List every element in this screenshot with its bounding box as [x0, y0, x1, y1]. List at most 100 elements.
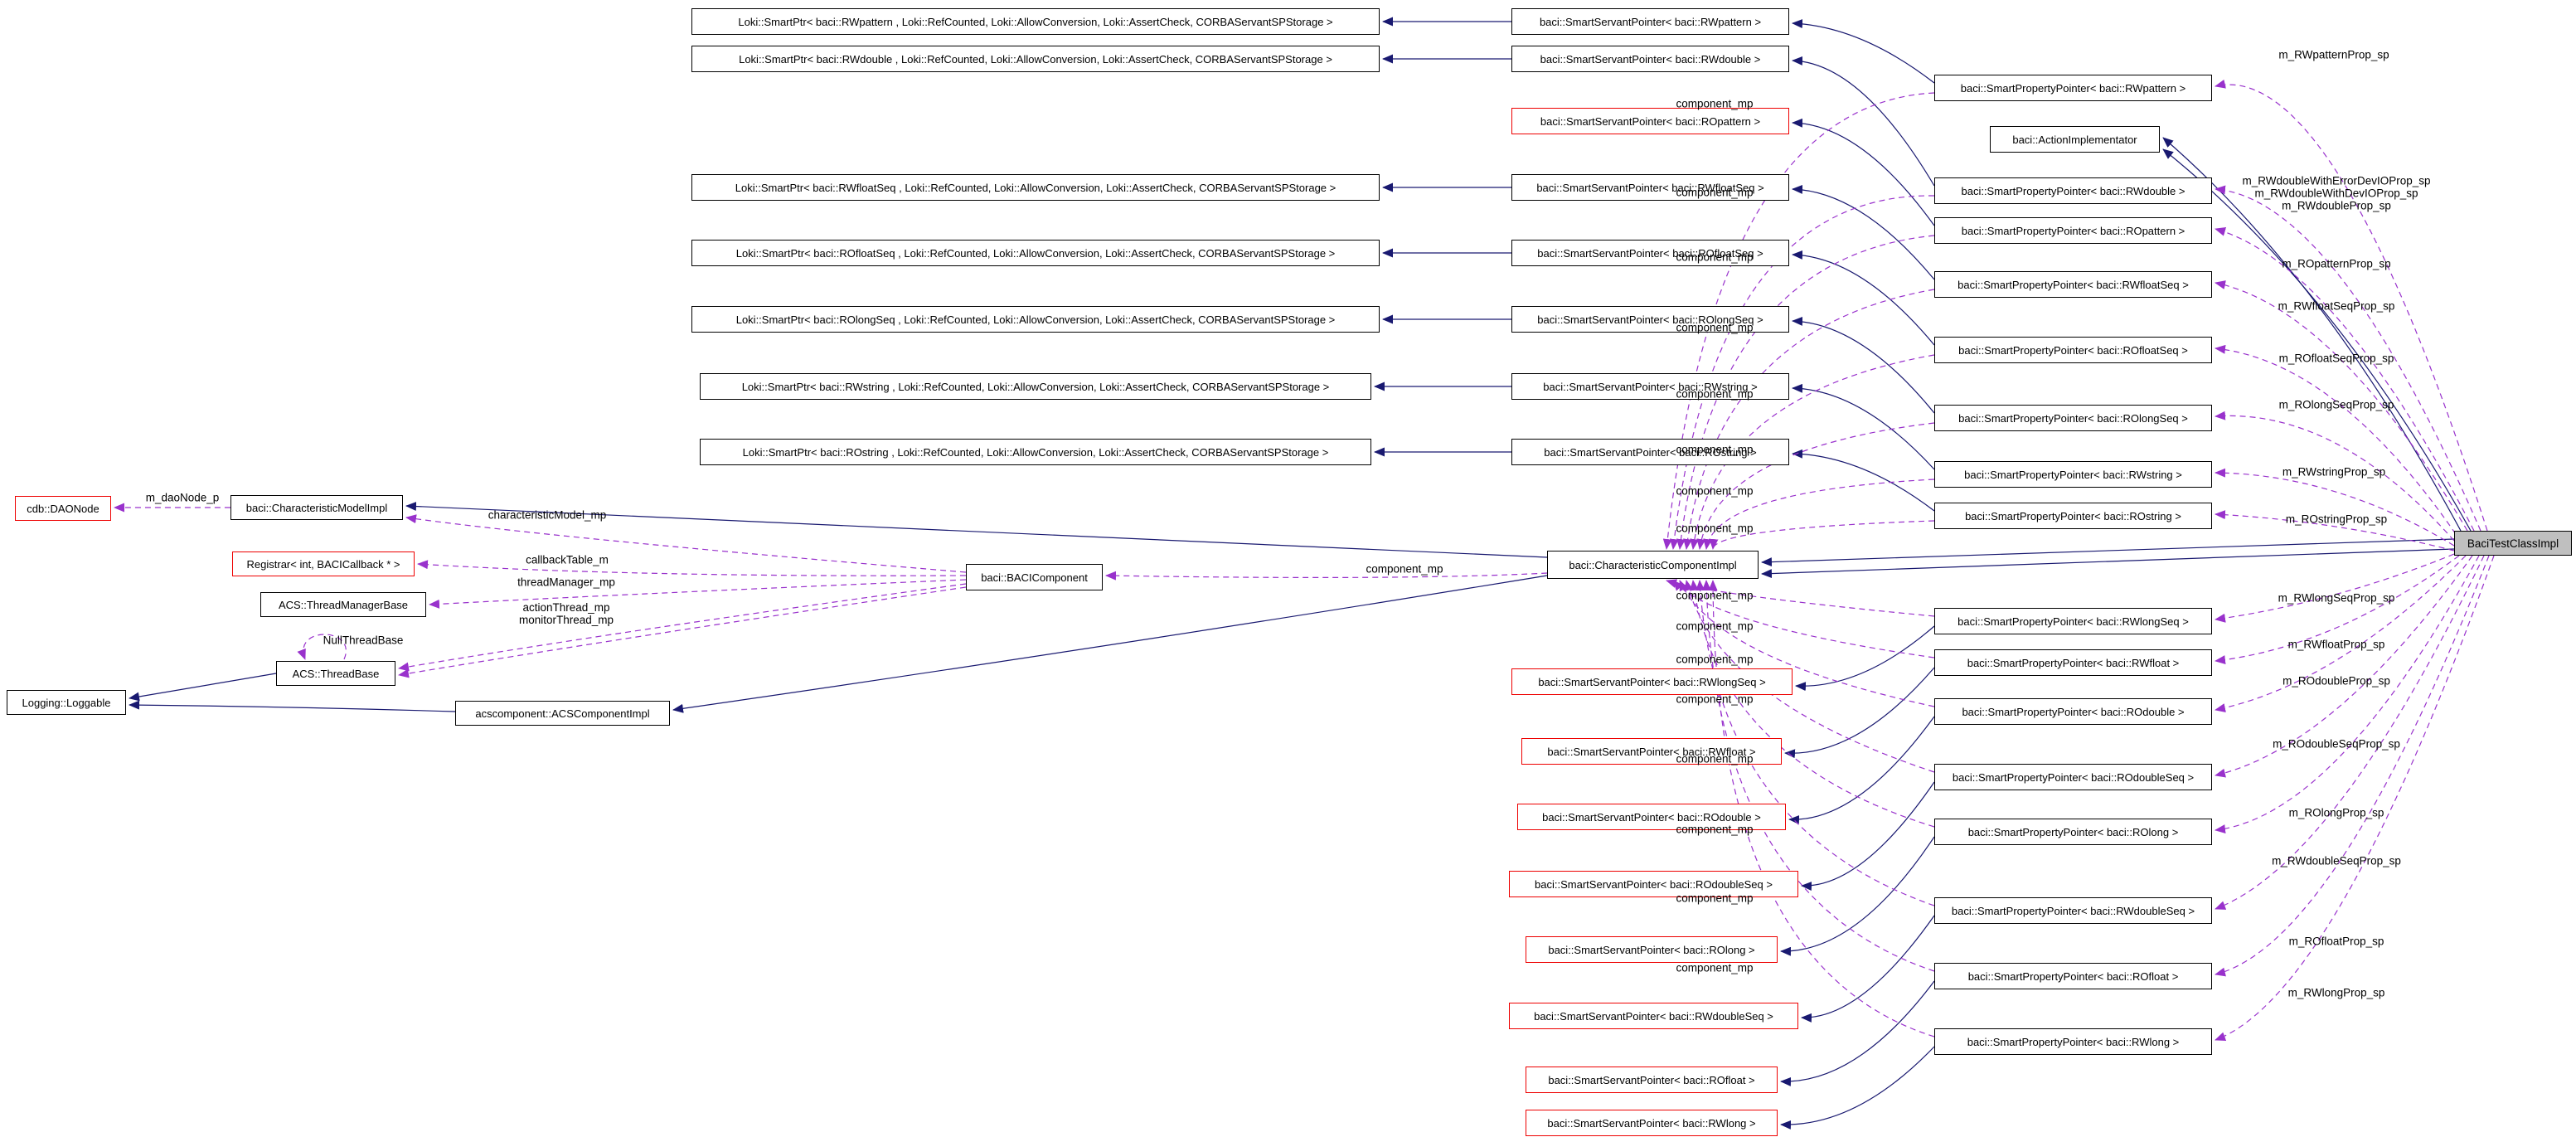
node-label-pp_rwdouble: baci::SmartPropertyPointer< baci::RWdoub… [1961, 185, 2185, 197]
node-sv_rofloat[interactable]: baci::SmartServantPointer< baci::ROfloat… [1526, 1067, 1778, 1093]
node-registrar[interactable]: Registrar< int, BACICallback * > [232, 551, 415, 576]
node-label-sv_rodoubleseq: baci::SmartServantPointer< baci::ROdoubl… [1535, 878, 1773, 891]
edge-pp_rostring-to-sv_rostring [1793, 454, 1934, 511]
node-pp_rofloat[interactable]: baci::SmartPropertyPointer< baci::ROfloa… [1934, 963, 2212, 989]
node-label-sv_rwlongseq: baci::SmartServantPointer< baci::RWlongS… [1538, 676, 1765, 688]
edge-pp_rofloatseq-to-sv_rofloatseq [1793, 255, 1934, 345]
edge-label-m_ROfloatProp_sp: m_ROfloatProp_sp [2289, 935, 2384, 948]
node-label-pp_rostring: baci::SmartPropertyPointer< baci::ROstri… [1965, 510, 2181, 522]
edge-label-m_RWdoubleSeqProp_sp: m_RWdoubleSeqProp_sp [2272, 855, 2401, 867]
node-action_impl[interactable]: baci::ActionImplementator [1990, 126, 2160, 153]
node-pp_rolongseq[interactable]: baci::SmartPropertyPointer< baci::ROlong… [1934, 405, 2212, 431]
node-label-pp_rodoubleseq: baci::SmartPropertyPointer< baci::ROdoub… [1953, 771, 2194, 784]
node-pp_rwdoubleseq[interactable]: baci::SmartPropertyPointer< baci::RWdoub… [1934, 897, 2212, 924]
node-label-pp_rwstring: baci::SmartPropertyPointer< baci::RWstri… [1964, 469, 2182, 481]
node-label-sv_rodouble: baci::SmartServantPointer< baci::ROdoubl… [1542, 811, 1761, 824]
node-pp_rofloatseq[interactable]: baci::SmartPropertyPointer< baci::ROfloa… [1934, 337, 2212, 363]
node-label-sv_ropattern: baci::SmartServantPointer< baci::ROpatte… [1540, 115, 1760, 128]
node-pp_rodouble[interactable]: baci::SmartPropertyPointer< baci::ROdoub… [1934, 698, 2212, 725]
node-pp_rolong[interactable]: baci::SmartPropertyPointer< baci::ROlong… [1934, 819, 2212, 845]
edge-label-component_mp: component_mp [1676, 388, 1753, 401]
edge-label-component_mp: component_mp [1676, 187, 1753, 199]
node-label-pp_rodouble: baci::SmartPropertyPointer< baci::ROdoub… [1962, 706, 2184, 718]
edge-label-m_ROlongSeqProp_sp: m_ROlongSeqProp_sp [2279, 399, 2394, 411]
node-thread_mgr[interactable]: ACS::ThreadManagerBase [260, 592, 426, 617]
node-char_comp[interactable]: baci::CharacteristicComponentImpl [1547, 551, 1759, 579]
node-label-pp_rwpattern: baci::SmartPropertyPointer< baci::RWpatt… [1961, 82, 2185, 95]
node-label-loki_rwstring: Loki::SmartPtr< baci::RWstring , Loki::R… [742, 381, 1330, 393]
edge-char_comp-to-baci_comp [1106, 573, 1547, 577]
node-pp_rwstring[interactable]: baci::SmartPropertyPointer< baci::RWstri… [1934, 461, 2212, 488]
node-acs_comp[interactable]: acscomponent::ACSComponentImpl [455, 701, 670, 726]
node-pp_rwlong[interactable]: baci::SmartPropertyPointer< baci::RWlong… [1934, 1028, 2212, 1055]
node-loki_rolongseq[interactable]: Loki::SmartPtr< baci::ROlongSeq , Loki::… [691, 306, 1380, 333]
node-loki_rostring[interactable]: Loki::SmartPtr< baci::ROstring , Loki::R… [700, 439, 1371, 465]
node-loki_rofloatseq[interactable]: Loki::SmartPtr< baci::ROfloatSeq , Loki:… [691, 240, 1380, 266]
node-sv_rwlong[interactable]: baci::SmartServantPointer< baci::RWlong … [1526, 1110, 1778, 1136]
node-sv_rwlongseq[interactable]: baci::SmartServantPointer< baci::RWlongS… [1511, 668, 1793, 695]
node-sv_rwpattern[interactable]: baci::SmartServantPointer< baci::RWpatte… [1511, 8, 1789, 35]
node-pp_rwdouble[interactable]: baci::SmartPropertyPointer< baci::RWdoub… [1934, 177, 2212, 204]
edge-bacitest-to-pp_rofloat [2215, 556, 2489, 974]
edge-baci_comp-to-thread_mgr [429, 580, 966, 605]
edge-label-component_mp: component_mp [1676, 753, 1753, 765]
edge-pp_rwdouble-to-sv_rwdouble [1793, 61, 1934, 186]
node-sv_rolong[interactable]: baci::SmartServantPointer< baci::ROlong … [1526, 936, 1778, 963]
node-daonode[interactable]: cdb::DAONode [15, 496, 111, 521]
node-loki_rwstring[interactable]: Loki::SmartPtr< baci::RWstring , Loki::R… [700, 373, 1371, 400]
node-label-loggable: Logging::Loggable [22, 697, 111, 709]
edge-label-m_ROdoubleSeqProp_sp: m_ROdoubleSeqProp_sp [2273, 738, 2400, 751]
node-pp_rwfloatseq[interactable]: baci::SmartPropertyPointer< baci::RWfloa… [1934, 271, 2212, 298]
node-label-pp_rwlongseq: baci::SmartPropertyPointer< baci::RWlong… [1957, 615, 2189, 628]
node-label-loki_rwpattern: Loki::SmartPtr< baci::RWpattern , Loki::… [738, 16, 1332, 28]
edge-pp_rwstring-to-sv_rwstring [1793, 388, 1934, 469]
edge-label-m_RWlongSeqProp_sp: m_RWlongSeqProp_sp [2278, 592, 2395, 605]
node-loki_rwdouble[interactable]: Loki::SmartPtr< baci::RWdouble , Loki::R… [691, 46, 1380, 72]
node-pp_rwlongseq[interactable]: baci::SmartPropertyPointer< baci::RWlong… [1934, 608, 2212, 634]
node-label-thread_mgr: ACS::ThreadManagerBase [279, 599, 408, 611]
edge-pp_rodoubleseq-to-sv_rodoubleseq [1802, 782, 1934, 886]
node-model_impl[interactable]: baci::CharacteristicModelImpl [230, 495, 403, 520]
node-sv_rodoubleseq[interactable]: baci::SmartServantPointer< baci::ROdoubl… [1509, 871, 1798, 897]
node-baci_comp[interactable]: baci::BACIComponent [966, 564, 1103, 590]
node-pp_rwfloat[interactable]: baci::SmartPropertyPointer< baci::RWfloa… [1934, 649, 2212, 676]
node-label-bacitest: BaciTestClassImpl [2467, 537, 2559, 550]
node-loki_rwpattern[interactable]: Loki::SmartPtr< baci::RWpattern , Loki::… [691, 8, 1380, 35]
edge-label-m_RWstringProp_sp: m_RWstringProp_sp [2283, 466, 2385, 479]
node-label-loki_rolongseq: Loki::SmartPtr< baci::ROlongSeq , Loki::… [736, 313, 1336, 326]
edge-label-component_mp: component_mp [1676, 590, 1753, 602]
edge-pp_rwfloatseq-to-sv_rwfloatseq [1793, 189, 1934, 279]
edge-label-m_ROfloatSeqProp_sp: m_ROfloatSeqProp_sp [2279, 352, 2394, 365]
node-label-loki_rwfloatseq: Loki::SmartPtr< baci::RWfloatSeq , Loki:… [735, 182, 1336, 194]
edge-label-component_mp: component_mp [1366, 563, 1443, 576]
node-loki_rwfloatseq[interactable]: Loki::SmartPtr< baci::RWfloatSeq , Loki:… [691, 174, 1380, 201]
edge-label-m_RWfloatSeqProp_sp: m_RWfloatSeqProp_sp [2278, 300, 2395, 313]
edge-label-m_RWdoubleWithErrorDevIOProp_sp: m_RWdoubleWithErrorDevIOProp_sp m_RWdoub… [2242, 175, 2430, 212]
node-pp_rodoubleseq[interactable]: baci::SmartPropertyPointer< baci::ROdoub… [1934, 764, 2212, 790]
node-pp_rostring[interactable]: baci::SmartPropertyPointer< baci::ROstri… [1934, 503, 2212, 529]
node-loggable[interactable]: Logging::Loggable [7, 690, 126, 715]
node-sv_ropattern[interactable]: baci::SmartServantPointer< baci::ROpatte… [1511, 108, 1789, 134]
edge-baci_comp-to-thread_base [399, 587, 966, 675]
node-label-pp_rofloatseq: baci::SmartPropertyPointer< baci::ROfloa… [1958, 344, 2188, 357]
node-label-pp_rolongseq: baci::SmartPropertyPointer< baci::ROlong… [1958, 412, 2188, 425]
edge-pp_rwlong-to-sv_rwlong [1781, 1047, 1934, 1125]
edge-label-m_ROpatternProp_sp: m_ROpatternProp_sp [2282, 258, 2390, 270]
edge-label-characteristicModel_mp: characteristicModel_mp [488, 509, 607, 522]
node-label-pp_rwfloatseq: baci::SmartPropertyPointer< baci::RWfloa… [1957, 279, 2189, 291]
node-bacitest[interactable]: BaciTestClassImpl [2454, 531, 2572, 556]
edge-label-m_ROlongProp_sp: m_ROlongProp_sp [2289, 807, 2384, 819]
node-label-loki_rostring: Loki::SmartPtr< baci::ROstring , Loki::R… [743, 446, 1329, 459]
node-sv_rwdouble[interactable]: baci::SmartServantPointer< baci::RWdoubl… [1511, 46, 1789, 72]
edge-bacitest-to-pp_rofloatseq [2215, 348, 2456, 534]
node-pp_ropattern[interactable]: baci::SmartPropertyPointer< baci::ROpatt… [1934, 217, 2212, 244]
node-label-sv_rwdoubleseq: baci::SmartServantPointer< baci::RWdoubl… [1534, 1010, 1773, 1023]
node-pp_rwpattern[interactable]: baci::SmartPropertyPointer< baci::RWpatt… [1934, 75, 2212, 101]
node-thread_base[interactable]: ACS::ThreadBase [276, 661, 395, 686]
edge-label-component_mp: component_mp [1676, 693, 1753, 706]
node-sv_rwdoubleseq[interactable]: baci::SmartServantPointer< baci::RWdoubl… [1509, 1003, 1798, 1029]
edge-label-component_mp: component_mp [1676, 322, 1753, 334]
edge-label-component_mp: component_mp [1676, 824, 1753, 836]
node-label-daonode: cdb::DAONode [27, 503, 99, 515]
node-label-char_comp: baci::CharacteristicComponentImpl [1569, 559, 1736, 571]
